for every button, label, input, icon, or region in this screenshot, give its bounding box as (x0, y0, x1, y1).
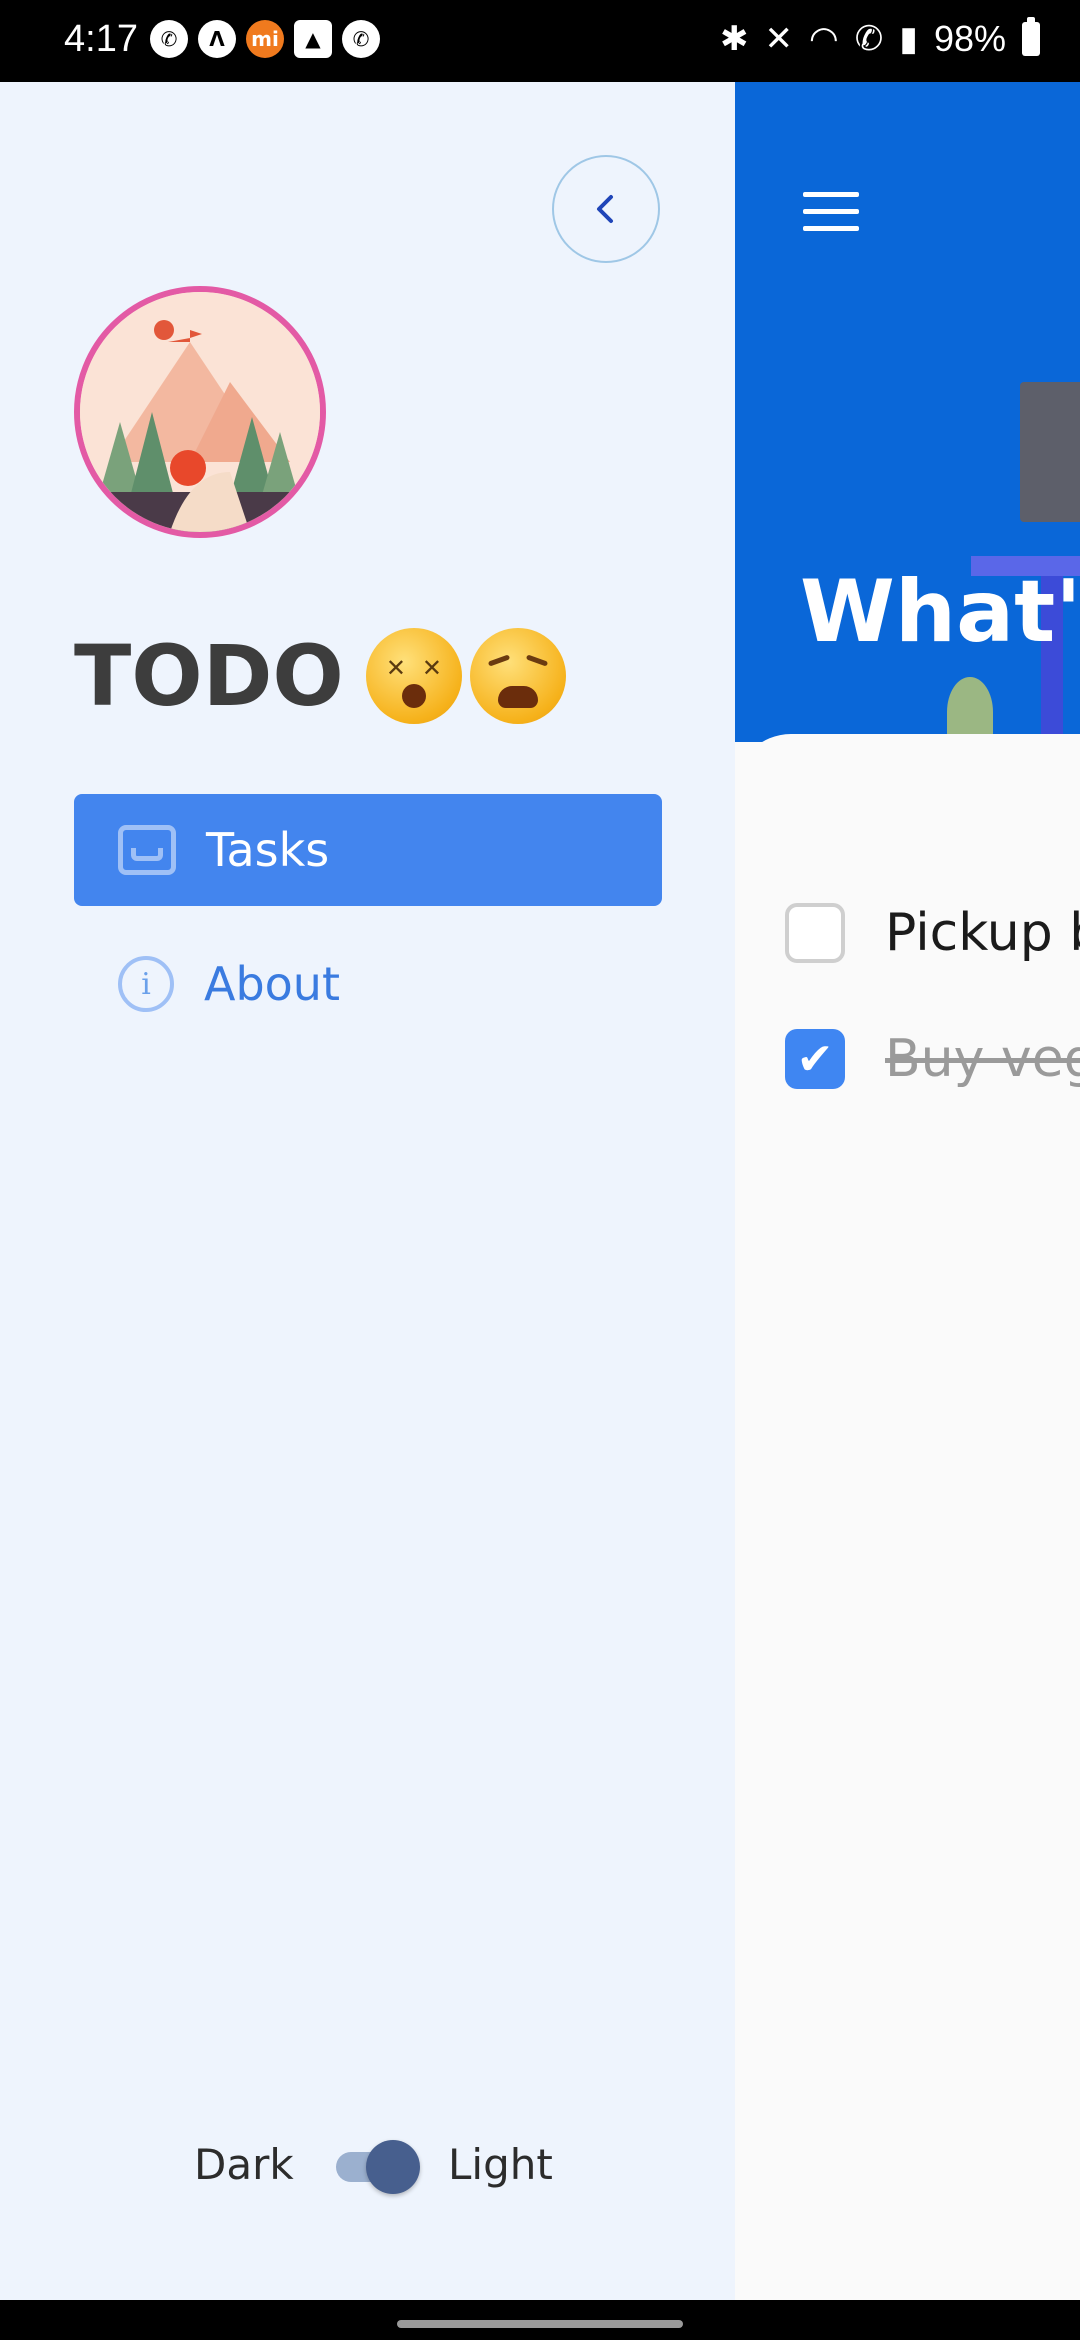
task-item[interactable]: ✔ Buy veg (785, 1024, 1080, 1094)
main-screen: What's Pickup b ✔ Buy veg (735, 82, 1080, 2300)
toggle-thumb[interactable] (366, 2140, 420, 2194)
theme-switcher: Dark Light (0, 2132, 735, 2202)
menu-icon[interactable] (803, 192, 859, 232)
illustration-monitor (1020, 382, 1080, 522)
close-drawer-button[interactable] (552, 155, 660, 263)
check-icon: ✔ (796, 1033, 834, 1085)
header-title: What's (800, 562, 1080, 662)
app-title: TODO (74, 627, 344, 725)
gallery-icon: ▲ (294, 20, 332, 58)
task-checkbox-checked[interactable]: ✔ (785, 1029, 845, 1089)
nav-item-tasks[interactable]: Tasks (74, 794, 662, 906)
mute-icon: ✕ (764, 20, 794, 58)
main-header: What's (735, 82, 1080, 747)
theme-toggle[interactable] (336, 2140, 420, 2194)
nav-item-label: Tasks (206, 823, 330, 877)
home-indicator[interactable] (397, 2320, 683, 2328)
system-icons: ✱ ✕ ◠ ✆ ▮ 98% (720, 17, 1040, 60)
wifi-icon: ◠ (809, 20, 839, 58)
task-label: Pickup b (885, 903, 1080, 963)
nav-item-about[interactable]: i About (74, 928, 662, 1040)
notification-icons: ✆ Λ mi ▲ ✆ (150, 20, 380, 58)
wifi-call-icon: ✆ (854, 20, 884, 58)
system-navigation-bar (0, 2300, 1080, 2340)
inbox-icon (118, 825, 176, 875)
task-list-card: Pickup b ✔ Buy veg (735, 734, 1080, 2300)
info-icon: i (118, 956, 174, 1012)
app-title-row: TODO ✕ ✕ (74, 627, 566, 725)
weary-face-emoji (469, 628, 566, 724)
navigation-drawer: TODO ✕ ✕ Tasks i About Dark Light (0, 82, 735, 2300)
battery-percent: 98% (933, 18, 1006, 59)
theme-light-label: Light (448, 2140, 553, 2189)
task-label-done: Buy veg (885, 1029, 1080, 1089)
avatar (74, 286, 326, 538)
dizzy-face-emoji: ✕ ✕ (365, 628, 462, 724)
mi-icon: mi (246, 20, 284, 58)
theme-dark-label: Dark (194, 2140, 294, 2189)
status-time: 4:17 (64, 18, 138, 60)
battery-icon (1022, 17, 1040, 56)
task-item[interactable]: Pickup b (785, 898, 1080, 968)
app-icon: Λ (198, 20, 236, 58)
status-bar: 4:17 ✆ Λ mi ▲ ✆ ✱ ✕ ◠ ✆ ▮ 98% (0, 0, 1080, 82)
phone-icon: ✆ (342, 20, 380, 58)
bluetooth-icon: ✱ (720, 20, 749, 58)
mountain-illustration (80, 292, 320, 532)
signal-icon: ▮ (899, 20, 918, 58)
nav-item-label: About (204, 957, 341, 1011)
chevron-left-icon (597, 195, 613, 223)
whatsapp-icon: ✆ (150, 20, 188, 58)
task-checkbox[interactable] (785, 903, 845, 963)
